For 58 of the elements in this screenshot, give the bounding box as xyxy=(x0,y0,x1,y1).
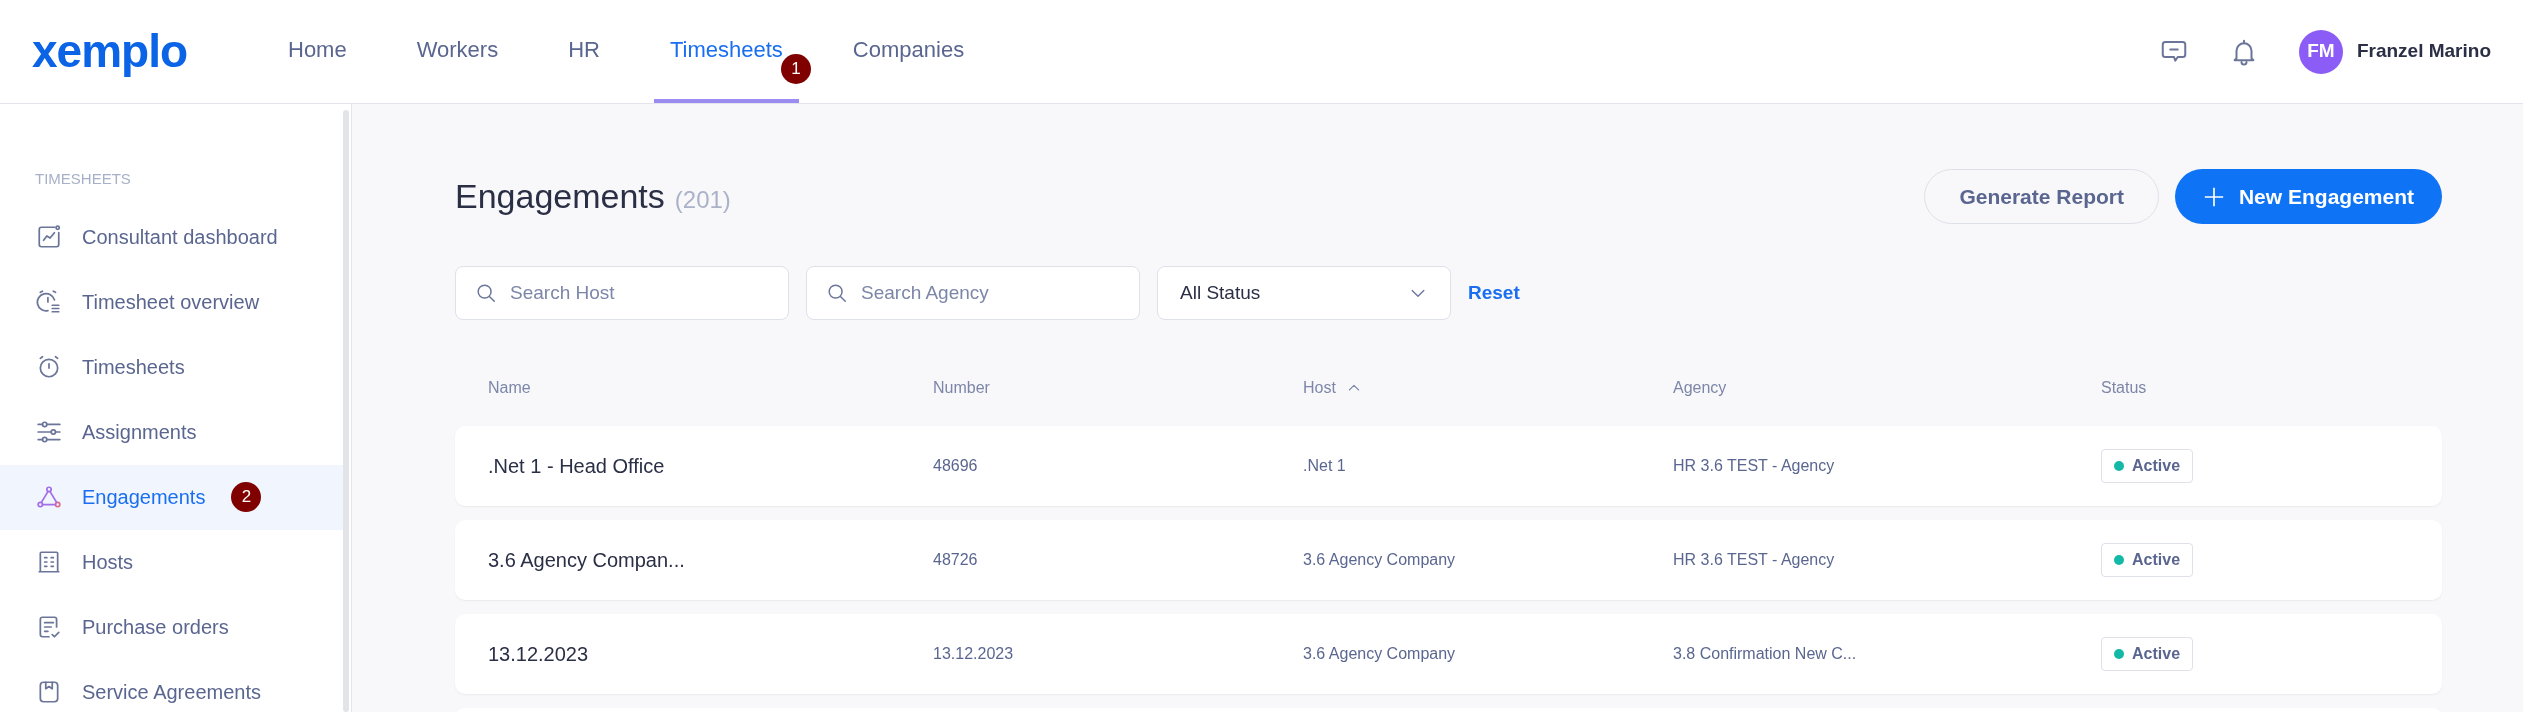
table-cell-text: HR 3.6 TEST - Agency xyxy=(1673,550,1836,570)
user-avatar[interactable]: FM xyxy=(2298,29,2343,74)
user-name[interactable]: Franzel Marino xyxy=(2356,37,2491,66)
sidebar-item[interactable]: Hosts xyxy=(0,529,343,595)
column-header[interactable]: Number xyxy=(933,376,990,400)
column-header[interactable]: Agency xyxy=(1673,376,1727,400)
column-header[interactable]: Name xyxy=(488,376,531,400)
search-icon xyxy=(826,282,848,304)
number-badge: 2 xyxy=(231,482,262,512)
table-row[interactable]: 13.12.2023 13.12.2023 3.6 Agency Company 3.8 Confirmation New C... Active xyxy=(455,614,2442,694)
sidebar-item[interactable]: Timesheet overview xyxy=(0,269,343,335)
generate-report-button[interactable]: Generate Report xyxy=(1924,169,2159,224)
nav-tab[interactable]: Workers xyxy=(400,0,515,103)
reset-link[interactable]: Reset xyxy=(1468,278,1520,308)
table-cell-text: .Net 1 xyxy=(1303,456,1347,476)
table-cell-text: .Net 1 - Head Office xyxy=(488,454,666,479)
table-cell-text: 3.8 Confirmation New C... xyxy=(1673,644,1858,664)
page-title: Engagements xyxy=(455,176,665,217)
document-check-icon xyxy=(36,614,62,640)
nav-tab[interactable]: HR xyxy=(552,0,616,103)
sidebar-item[interactable]: Assignments xyxy=(0,399,343,465)
table-cell-text: HR 3.6 TEST - Agency xyxy=(1673,456,1836,476)
table-row[interactable]: 3.6 Agency Compan... 48726 3.6 Agency Company HR 3.6 TEST - Agency Active xyxy=(455,520,2442,600)
sidebar-item[interactable]: Purchase orders xyxy=(0,594,343,660)
table-row[interactable]: .Net 1 - Head Office 48696 .Net 1 HR 3.6 TEST - Agency Active xyxy=(455,426,2442,506)
search-icon xyxy=(475,282,497,304)
table-cell-text: 13.12.2023 xyxy=(488,642,590,667)
table-cell-text: 13.12.2023 xyxy=(933,644,1015,664)
status-tag: Active xyxy=(2101,637,2194,671)
sliders-icon xyxy=(36,419,62,445)
triangle-nodes-icon xyxy=(36,484,62,510)
column-header[interactable]: Status xyxy=(2101,376,2147,400)
sidebar-section-title: TIMESHEETS xyxy=(34,169,132,189)
clock-list-icon xyxy=(36,289,62,315)
sidebar-item[interactable]: Consultant dashboard xyxy=(0,204,343,270)
plus-icon xyxy=(2202,185,2225,208)
status-dropdown[interactable]: All Status xyxy=(1157,266,1451,320)
chart-icon xyxy=(36,224,62,250)
column-header[interactable]: Host xyxy=(1303,376,1362,400)
table-cell-text: 3.6 Agency Company xyxy=(1303,644,1457,664)
sidebar-item[interactable]: Timesheets xyxy=(0,334,343,400)
status-tag: Active xyxy=(2101,543,2194,577)
bookmark-icon xyxy=(36,679,62,705)
table-cell-text: 48696 xyxy=(933,456,979,476)
nav-tab[interactable]: Companies xyxy=(836,0,981,103)
status-tag: Active xyxy=(2101,449,2194,483)
sidebar-item[interactable]: Service Agreements xyxy=(0,659,343,712)
table-cell-text: 3.6 Agency Compan... xyxy=(488,548,686,573)
logo[interactable]: xemplo xyxy=(32,17,262,86)
building-icon xyxy=(36,549,62,575)
new-engagement-button[interactable]: New Engagement xyxy=(2174,169,2442,224)
nav-tab[interactable]: Home xyxy=(272,0,363,103)
table-cell-text: 48726 xyxy=(933,550,979,570)
sidebar-item[interactable]: Engagements 2 xyxy=(0,464,343,530)
search-agency-field[interactable]: Search Agency xyxy=(806,266,1140,320)
table-cell-text: 3.6 Agency Company xyxy=(1303,550,1457,570)
record-count: (201) xyxy=(674,185,731,215)
search-host-field[interactable]: Search Host xyxy=(455,266,789,320)
